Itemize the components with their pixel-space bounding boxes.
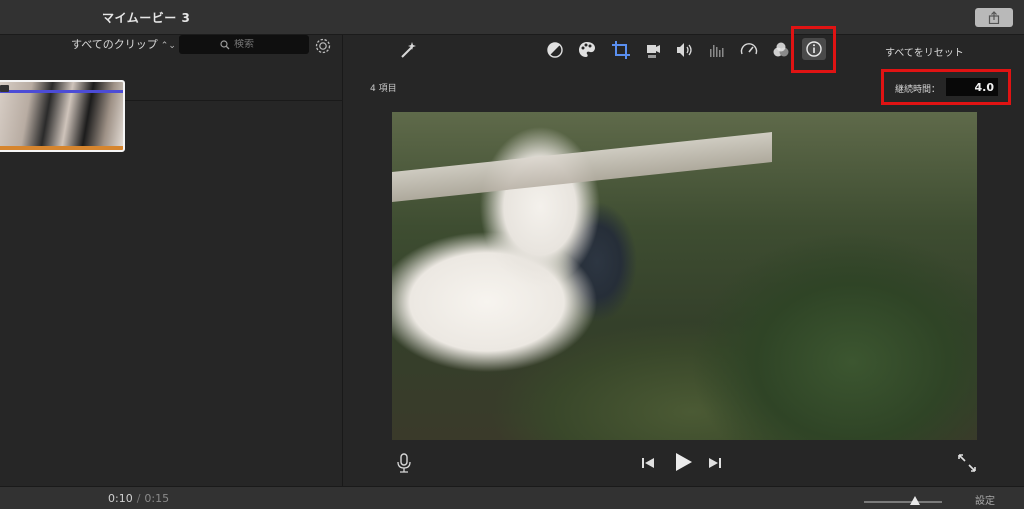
search-field[interactable] [179, 35, 309, 54]
video-preview[interactable] [392, 112, 977, 440]
speed-icon[interactable] [739, 40, 759, 60]
zoom-slider-knob[interactable] [910, 496, 920, 505]
video-clip-thumbnail[interactable] [0, 80, 125, 152]
zoom-slider-track[interactable] [864, 501, 942, 503]
search-icon [220, 39, 230, 49]
share-button[interactable] [975, 8, 1013, 27]
search-input[interactable] [234, 39, 268, 50]
chevron-updown-icon: ⌃⌄ [160, 41, 176, 51]
filter-icon[interactable] [771, 40, 791, 60]
previous-icon[interactable] [640, 455, 656, 471]
title-bar: マイムービー 3 [0, 0, 1024, 35]
info-highlight-box [791, 26, 836, 73]
share-icon [988, 11, 1000, 24]
total-time: 0:15 [144, 492, 170, 505]
settings-button[interactable]: 設定 [975, 492, 995, 507]
reset-all-button[interactable]: すべてをリセット [885, 44, 964, 59]
clip-range-bar [0, 146, 123, 150]
equalizer-icon[interactable] [707, 40, 727, 60]
time-separator: / [136, 492, 141, 505]
gear-icon[interactable] [314, 37, 332, 55]
items-count: 4 項目 [370, 84, 397, 94]
clip-filter-label: すべてのクリップ [71, 38, 158, 51]
play-icon[interactable] [672, 451, 694, 473]
volume-icon[interactable] [674, 40, 694, 60]
stabilization-icon[interactable] [643, 40, 663, 60]
color-balance-icon[interactable] [546, 41, 564, 59]
magic-wand-icon[interactable] [398, 40, 418, 60]
audio-waveform-bar [0, 90, 123, 93]
clip-filter-dropdown[interactable]: すべてのクリップ ⌃⌄ [71, 36, 176, 52]
crop-icon[interactable] [611, 40, 631, 60]
video-frame-image [392, 132, 772, 202]
current-time: 0:10 [108, 492, 133, 505]
duration-label: 継続時間： [895, 85, 941, 95]
duration-input[interactable] [946, 78, 998, 96]
microphone-icon[interactable] [396, 453, 412, 473]
timecode: 0:10/0:15 [108, 492, 169, 505]
fullscreen-icon[interactable] [957, 453, 977, 473]
window-title: マイムービー 3 [102, 11, 191, 25]
camera-icon [0, 85, 9, 92]
color-palette-icon[interactable] [577, 40, 597, 60]
next-icon[interactable] [707, 455, 723, 471]
